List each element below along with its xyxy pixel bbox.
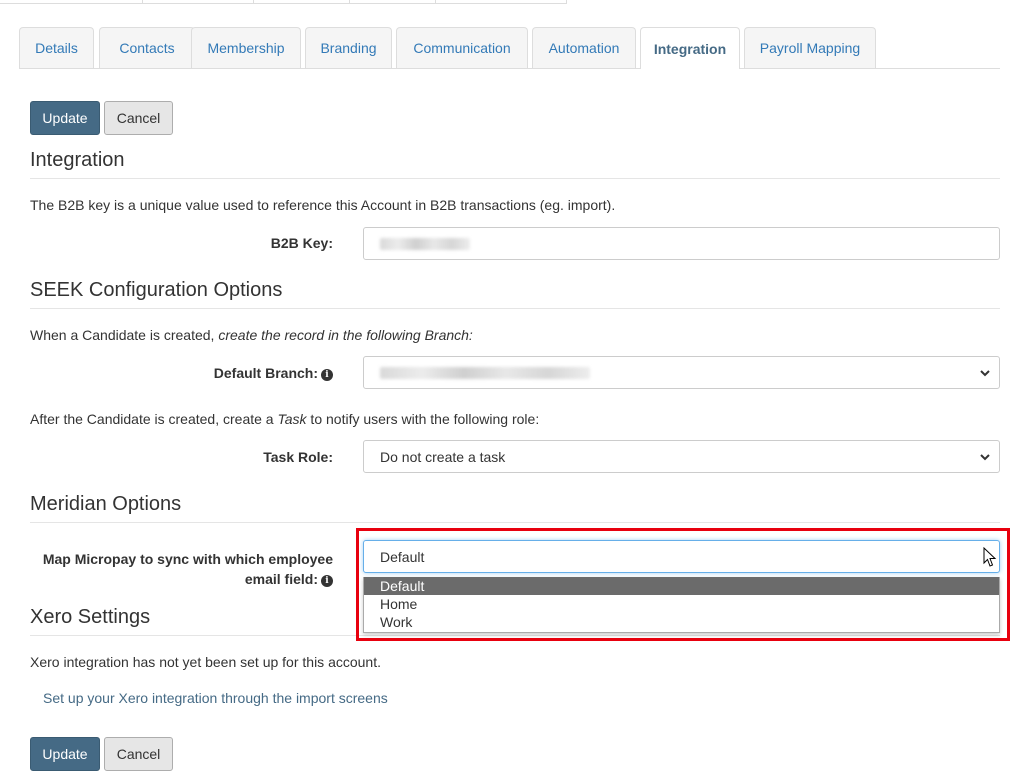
branch-intro: When a Candidate is created, create the … [30, 327, 473, 343]
email-field-options: Default Home Work [363, 577, 1000, 633]
chevron-down-icon [980, 453, 990, 460]
option-work[interactable]: Work [364, 613, 999, 631]
tab-bar: Details Contacts Membership Branding Com… [19, 27, 1000, 69]
update-button[interactable]: Update [30, 101, 100, 135]
email-field-label-line1: Map Micropay to sync with which employee [42, 551, 333, 567]
chevron-down-icon [980, 369, 990, 376]
redacted-value [380, 366, 590, 379]
task-intro-tail: to notify users with the following role: [306, 411, 540, 427]
task-role-value: Do not create a task [380, 448, 506, 465]
default-branch-label-text: Default Branch: [213, 365, 318, 381]
b2b-key-input[interactable] [363, 227, 1000, 260]
task-intro-italic: Task [277, 411, 307, 427]
option-default[interactable]: Default [364, 577, 999, 595]
cancel-button-bottom[interactable]: Cancel [104, 737, 173, 771]
tab-branding[interactable]: Branding [305, 27, 392, 68]
xero-status: Xero integration has not yet been set up… [30, 654, 381, 670]
tab-automation[interactable]: Automation [532, 27, 636, 68]
cancel-button[interactable]: Cancel [104, 101, 173, 135]
tab-details[interactable]: Details [19, 27, 94, 68]
b2b-description: The B2B key is a unique value used to re… [30, 197, 616, 213]
tab-payroll-mapping[interactable]: Payroll Mapping [744, 27, 876, 68]
tab-membership[interactable]: Membership [191, 27, 301, 68]
integration-heading: Integration [30, 149, 1000, 179]
redacted-value [380, 237, 470, 250]
tab-integration[interactable]: Integration [640, 27, 740, 69]
update-button-bottom[interactable]: Update [30, 737, 100, 771]
option-home[interactable]: Home [364, 595, 999, 613]
task-role-select[interactable]: Do not create a task [363, 440, 1000, 473]
tab-contacts[interactable]: Contacts [99, 27, 195, 68]
task-intro: After the Candidate is created, create a… [30, 411, 539, 427]
info-circle-icon: i [321, 369, 333, 381]
task-intro-plain: After the Candidate is created, create a [30, 411, 278, 427]
task-role-label: Task Role: [263, 449, 333, 465]
branch-intro-italic: create the record in the following Branc… [218, 327, 473, 343]
meridian-heading: Meridian Options [30, 493, 1000, 523]
xero-setup-link[interactable]: Set up your Xero integration through the… [43, 690, 388, 706]
mouse-pointer-icon [983, 547, 997, 567]
email-field-label-line2: email field: [244, 571, 318, 587]
email-field-value: Default [380, 548, 425, 565]
default-branch-label: Default Branch: i [150, 365, 333, 381]
seek-heading: SEEK Configuration Options [30, 279, 1000, 309]
b2b-key-label: B2B Key: [270, 235, 333, 251]
email-field-label: Map Micropay to sync with which employee… [30, 549, 333, 589]
branch-intro-plain: When a Candidate is created, [30, 327, 219, 343]
email-field-select[interactable]: Default [363, 540, 1000, 573]
default-branch-select[interactable] [363, 356, 1000, 389]
top-tabs-stub [0, 0, 1000, 4]
tab-communication[interactable]: Communication [396, 27, 528, 68]
info-circle-icon: i [321, 575, 333, 587]
